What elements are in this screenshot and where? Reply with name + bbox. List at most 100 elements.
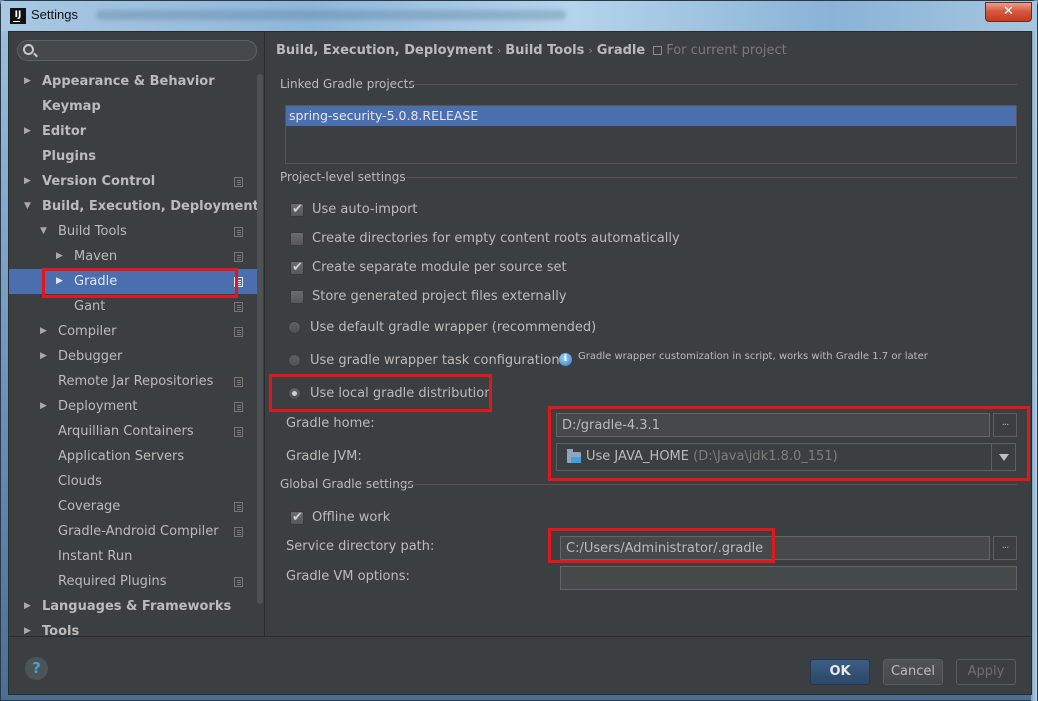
chevron-right-icon[interactable]: ▶ — [24, 69, 31, 94]
chevron-right-icon[interactable]: ▶ — [24, 594, 31, 619]
sidebar-item[interactable]: ▼ Build, Execution, Deployment — [9, 194, 259, 219]
checkbox[interactable] — [290, 200, 304, 220]
gradle-jvm-selected: Use JAVA_HOME — [586, 449, 689, 464]
service-dir-browse-button[interactable]: ... — [993, 536, 1017, 560]
radio-label: Use local gradle distribution — [310, 386, 493, 401]
sidebar-item-label: Plugins — [42, 149, 96, 164]
close-button[interactable]: ✕ — [985, 2, 1032, 22]
section-divider — [409, 84, 1017, 85]
checkbox[interactable] — [290, 508, 304, 528]
sidebar-item-label: Coverage — [58, 499, 121, 514]
radio-button[interactable] — [288, 354, 301, 367]
chevron-down-icon[interactable]: ▼ — [40, 219, 47, 244]
sidebar-item-label: Instant Run — [58, 549, 133, 564]
chevron-right-icon[interactable]: ▶ — [56, 244, 63, 269]
sidebar-item[interactable]: ▶ Appearance & Behavior — [9, 69, 257, 94]
sidebar-item[interactable]: ▼ Build Tools — [9, 219, 257, 244]
title-bar[interactable]: IJ Settings ✕ — [1, 1, 1037, 31]
linked-projects-title: Linked Gradle projects — [280, 77, 415, 91]
project-scope-icon — [234, 577, 243, 587]
sidebar-item-label: Gant — [74, 299, 106, 314]
search-box[interactable] — [17, 40, 257, 61]
sidebar-item-label: Editor — [42, 124, 87, 139]
sidebar-item-label: Remote Jar Repositories — [58, 374, 214, 389]
chevron-right-icon[interactable]: ▶ — [24, 169, 31, 194]
radio-button[interactable] — [288, 321, 301, 334]
chevron-down-icon[interactable]: ▼ — [24, 194, 31, 219]
sidebar-item-label: Compiler — [58, 324, 117, 339]
checkbox[interactable] — [290, 290, 304, 304]
gradle-jvm-label: Gradle JVM: — [286, 449, 362, 464]
sidebar-item-label: Arquillian Containers — [58, 424, 194, 439]
sidebar-item[interactable]: Gant — [9, 294, 257, 319]
breadcrumb-item: Gradle — [596, 43, 646, 58]
gradle-home-browse-button[interactable]: ... — [993, 413, 1017, 437]
sidebar-item[interactable]: ▶ Gradle — [9, 269, 257, 294]
sidebar-item-label: Application Servers — [58, 449, 185, 464]
chevron-right-icon[interactable]: ▶ — [40, 394, 47, 419]
dialog-button-bar: ? OK Cancel Apply — [9, 636, 1031, 694]
gradle-home-input[interactable] — [556, 413, 990, 437]
apply-button[interactable]: Apply — [956, 659, 1016, 685]
service-dir-input[interactable] — [560, 536, 990, 560]
chevron-right-icon[interactable]: ▶ — [56, 269, 63, 294]
project-level-title: Project-level settings — [280, 170, 406, 184]
sidebar-item[interactable]: ▶ Version Control — [9, 169, 257, 194]
project-scope-icon — [234, 427, 243, 437]
sidebar-item[interactable]: Clouds — [9, 469, 257, 494]
breadcrumb-separator: › — [588, 44, 593, 57]
vm-options-label: Gradle VM options: — [286, 569, 410, 584]
sidebar-item-label: Deployment — [58, 399, 138, 414]
project-scope-icon — [234, 527, 243, 537]
sidebar-item[interactable]: ▶ Languages & Frameworks — [9, 594, 257, 619]
gradle-settings-panel: Build, Execution, Deployment › Build Tools… — [266, 32, 1031, 636]
project-scope-icon — [234, 502, 243, 512]
project-scope-icon — [234, 252, 243, 262]
cancel-button[interactable]: Cancel — [883, 659, 943, 685]
sidebar-item[interactable]: Remote Jar Repositories — [9, 369, 257, 394]
project-scope-icon — [234, 402, 243, 412]
radio-button[interactable] — [288, 387, 301, 400]
gradle-home-label: Gradle home: — [286, 416, 375, 431]
sidebar-item[interactable]: Instant Run — [9, 544, 257, 569]
breadcrumb: Build, Execution, Deployment › Build Tools… — [276, 43, 787, 58]
checkbox[interactable] — [290, 232, 304, 246]
chevron-right-icon[interactable]: ▶ — [24, 119, 31, 144]
sidebar-item[interactable]: Application Servers — [9, 444, 257, 469]
chevron-down-icon[interactable] — [991, 444, 1015, 470]
section-divider — [399, 484, 1017, 485]
sidebar-item[interactable]: Plugins — [9, 144, 257, 169]
help-button[interactable]: ? — [25, 657, 48, 680]
breadcrumb-item: Build, Execution, Deployment — [276, 43, 493, 58]
project-scope-icon — [234, 177, 243, 187]
checkbox[interactable] — [290, 258, 304, 278]
sidebar-scrollbar[interactable] — [257, 74, 263, 604]
sidebar-item[interactable]: Gradle-Android Compiler — [9, 519, 257, 544]
sidebar-item-label: Gradle — [74, 274, 118, 289]
search-input[interactable] — [40, 43, 250, 58]
linked-project-item[interactable]: spring-security-5.0.8.RELEASE — [286, 106, 1016, 126]
sidebar-item[interactable]: Required Plugins — [9, 569, 257, 594]
sidebar-item[interactable]: Arquillian Containers — [9, 419, 257, 444]
sidebar-item[interactable]: ▶ Editor — [9, 119, 257, 144]
ok-button[interactable]: OK — [810, 659, 870, 685]
gradle-jvm-dropdown[interactable]: Use JAVA_HOME (D:\Java\jdk1.8.0_151) — [556, 443, 1016, 471]
sidebar-item[interactable]: Keymap — [9, 94, 257, 119]
gradle-jvm-path-hint: (D:\Java\jdk1.8.0_151) — [693, 449, 838, 464]
vm-options-input[interactable] — [560, 566, 1017, 590]
sidebar-item-label: Keymap — [42, 99, 101, 114]
chevron-right-icon[interactable]: ▶ — [40, 319, 47, 344]
chevron-right-icon[interactable]: ▶ — [40, 344, 47, 369]
intellij-app-icon: IJ — [10, 8, 26, 24]
info-icon: i — [559, 353, 572, 366]
linked-projects-list[interactable]: spring-security-5.0.8.RELEASE — [285, 105, 1017, 164]
project-scope-icon — [234, 377, 243, 387]
sidebar-item[interactable]: ▶ Compiler — [9, 319, 257, 344]
sidebar-item[interactable]: ▶ Maven — [9, 244, 257, 269]
sidebar-item[interactable]: Coverage — [9, 494, 257, 519]
sidebar-item[interactable]: ▶ Deployment — [9, 394, 257, 419]
sidebar-item-label: Build, Execution, Deployment — [42, 199, 259, 214]
settings-tree: ▶ Appearance & Behavior Keymap ▶ Editor Plugi… — [9, 69, 259, 644]
sidebar-item[interactable]: ▶ Debugger — [9, 344, 257, 369]
sidebar-item-label: Debugger — [58, 349, 123, 364]
